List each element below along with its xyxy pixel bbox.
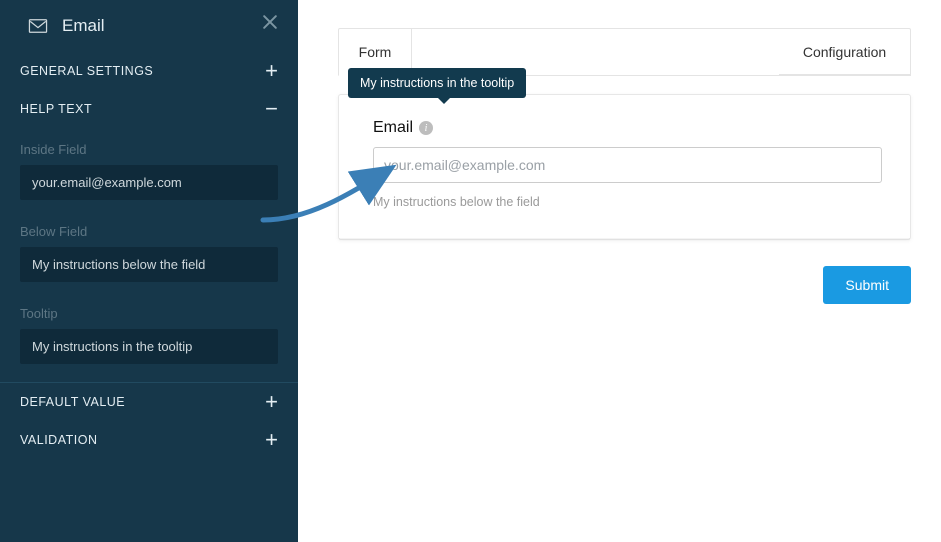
label-below-field: Below Field bbox=[0, 210, 298, 247]
input-inside-field[interactable] bbox=[20, 165, 278, 200]
email-input[interactable] bbox=[373, 147, 882, 183]
minus-icon: − bbox=[265, 102, 278, 116]
sidebar: Email GENERAL SETTINGS + HELP TEXT − Ins… bbox=[0, 0, 298, 542]
info-icon[interactable]: i bbox=[419, 121, 433, 135]
form-card: Email i My instructions below the field bbox=[338, 94, 911, 240]
plus-icon: + bbox=[265, 395, 278, 409]
below-field-text: My instructions below the field bbox=[373, 195, 882, 209]
tooltip-text: My instructions in the tooltip bbox=[360, 76, 514, 90]
tooltip-bubble: My instructions in the tooltip bbox=[348, 68, 526, 98]
close-icon[interactable] bbox=[260, 12, 280, 38]
plus-icon: + bbox=[265, 433, 278, 447]
section-default-value[interactable]: DEFAULT VALUE + bbox=[0, 383, 298, 421]
section-title-validation: VALIDATION bbox=[20, 433, 97, 447]
plus-icon: + bbox=[265, 64, 278, 78]
submit-button[interactable]: Submit bbox=[823, 266, 911, 304]
section-title-help-text: HELP TEXT bbox=[20, 102, 92, 116]
section-title-default-value: DEFAULT VALUE bbox=[20, 395, 125, 409]
input-tooltip[interactable] bbox=[20, 329, 278, 364]
field-label: Email bbox=[373, 119, 413, 137]
field-label-row: Email i bbox=[373, 119, 882, 137]
submit-label: Submit bbox=[845, 277, 889, 293]
input-below-field[interactable] bbox=[20, 247, 278, 282]
section-help-text[interactable]: HELP TEXT − bbox=[0, 90, 298, 128]
tab-config-label: Configuration bbox=[803, 44, 886, 60]
tab-configuration[interactable]: Configuration bbox=[779, 28, 911, 75]
submit-row: Submit bbox=[338, 266, 911, 304]
email-icon bbox=[28, 19, 48, 33]
tab-form-label: Form bbox=[359, 44, 392, 60]
label-tooltip: Tooltip bbox=[0, 292, 298, 329]
section-validation[interactable]: VALIDATION + bbox=[0, 421, 298, 459]
sidebar-title: Email bbox=[62, 16, 105, 36]
main-panel: Form Configuration My instructions in th… bbox=[298, 0, 941, 542]
label-inside-field: Inside Field bbox=[0, 128, 298, 165]
section-general-settings[interactable]: GENERAL SETTINGS + bbox=[0, 52, 298, 90]
sidebar-header: Email bbox=[0, 0, 298, 52]
section-title-general: GENERAL SETTINGS bbox=[20, 64, 153, 78]
